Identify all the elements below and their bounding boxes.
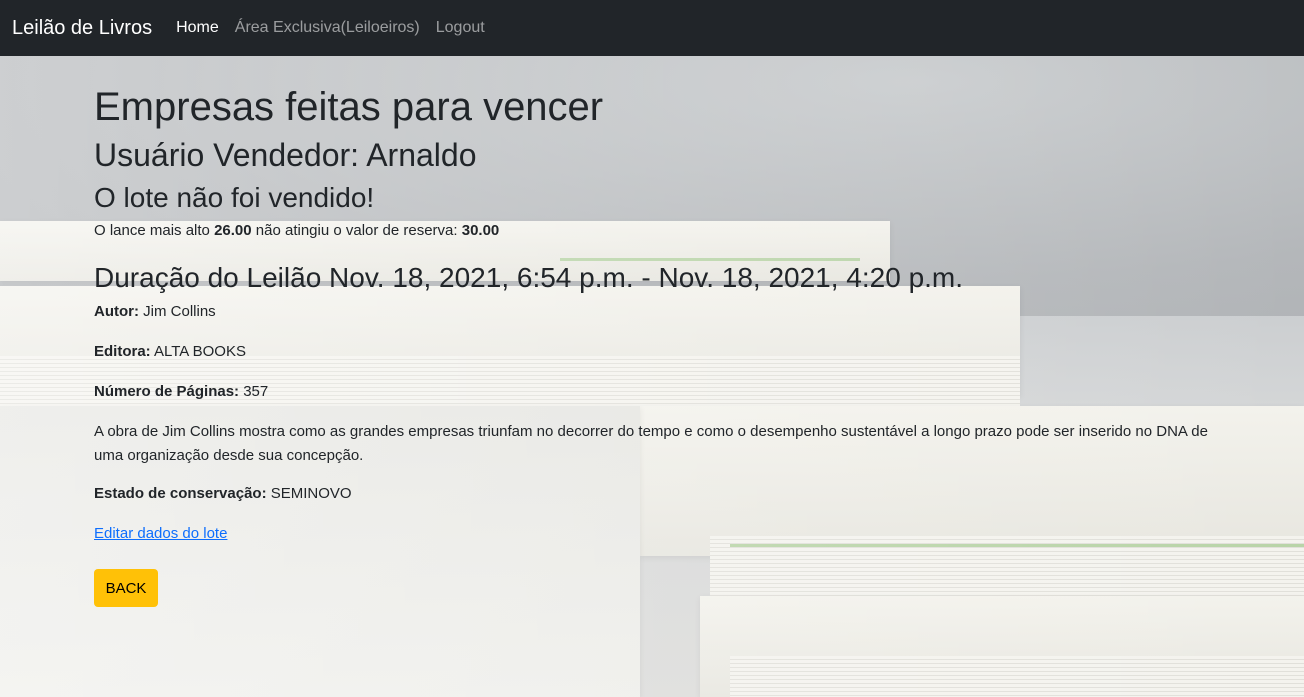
edit-lot-link[interactable]: Editar dados do lote <box>94 522 227 546</box>
bid-text-before: O lance mais alto <box>94 222 215 239</box>
nav-link-home[interactable]: Home <box>176 19 219 37</box>
condition-label: Estado de conservação: <box>94 485 267 502</box>
condition-value: SEMINOVO <box>266 485 352 502</box>
pages-value: 357 <box>239 383 269 400</box>
navbar: Leilão de Livros Home Área Exclusiva(Lei… <box>0 0 1304 56</box>
lot-title: Empresas feitas para vencer <box>94 85 604 129</box>
bid-summary: O lance mais alto 26.00 não atingiu o va… <box>94 220 1214 242</box>
book-description: A obra de Jim Collins mostra como as gra… <box>94 423 1208 464</box>
pages-field: Número de Páginas: 357 <box>94 380 1214 404</box>
lot-details: Empresas feitas para vencer Usuário Vend… <box>94 56 1214 607</box>
sale-status-heading: O lote não foi vendido! <box>94 182 375 213</box>
back-button[interactable]: BACK <box>94 569 158 607</box>
reserve-value: 30.00 <box>461 222 500 239</box>
nav-link-exclusive-area[interactable]: Área Exclusiva(Leiloeiros) <box>235 19 420 37</box>
publisher-label: Editora: <box>94 343 151 360</box>
author-field: Autor: Jim Collins <box>94 300 1214 324</box>
author-label: Autor: <box>94 303 139 320</box>
navbar-brand[interactable]: Leilão de Livros <box>12 17 152 40</box>
bid-text-middle: não atingiu o valor de reserva: <box>251 222 462 239</box>
highest-bid-value: 26.00 <box>214 222 252 239</box>
nav-link-logout[interactable]: Logout <box>436 19 485 37</box>
seller-heading: Usuário Vendedor: Arnaldo <box>94 137 477 173</box>
publisher-value: ALTA BOOKS <box>150 343 246 360</box>
pages-label: Número de Páginas: <box>94 383 240 400</box>
auction-duration-heading: Duração do Leilão Nov. 18, 2021, 6:54 p.… <box>94 262 964 293</box>
condition-field: Estado de conservação: SEMINOVO <box>94 482 1214 506</box>
publisher-field: Editora: ALTA BOOKS <box>94 340 1214 364</box>
author-value: Jim Collins <box>139 303 216 320</box>
